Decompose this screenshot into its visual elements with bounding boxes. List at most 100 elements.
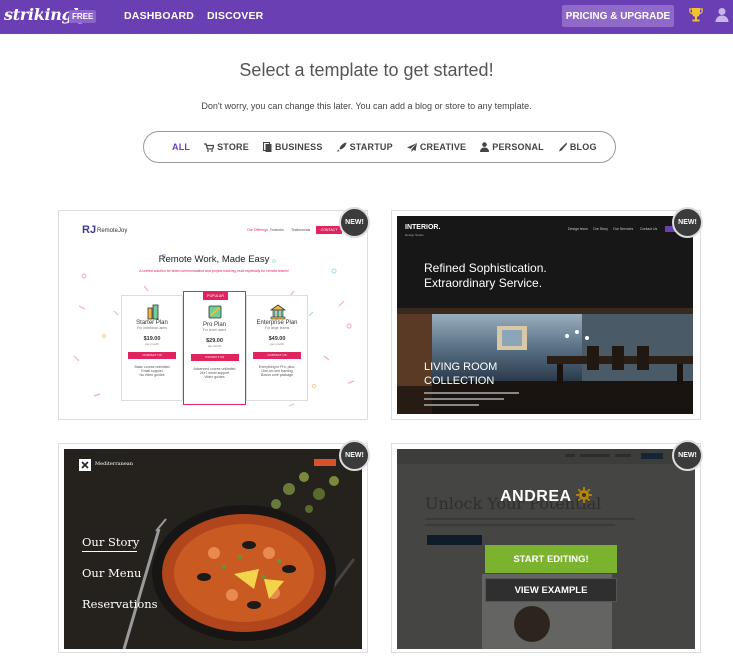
interior-collection: LIVING ROOM	[424, 361, 498, 373]
interior-brand-sub: Design Studio	[405, 233, 424, 237]
plan-pro-button-label: CONTACT US	[204, 355, 225, 359]
remotejoy-nav-testimonials: Testimonials	[291, 228, 311, 232]
interior-nav-story: Our Story	[593, 227, 608, 231]
plan-starter: Starter Plan For individual users $19.00…	[121, 295, 183, 401]
filter-store-label: STORE	[217, 142, 249, 152]
template-card-remotejoy[interactable]: RJ RemoteJoy Our Offerings Features Test…	[58, 210, 368, 420]
remotejoy-nav-features: Features	[270, 228, 284, 232]
interior-headline-2: Extraordinary Service.	[424, 276, 543, 290]
filter-startup-label: STARTUP	[349, 142, 393, 152]
document-icon	[262, 142, 272, 152]
mediterranean-brand: Mediterranean	[95, 461, 133, 467]
template-card-andrea[interactable]: Unlock Your Potential ANDREA START EDITI…	[391, 443, 701, 653]
filter-blog-label: BLOG	[569, 142, 597, 152]
pen-icon	[558, 142, 567, 152]
plan-pro-feature: Video guides	[204, 375, 225, 379]
paper-plane-icon	[406, 142, 417, 152]
gear-icon	[575, 487, 592, 503]
plan-enterprise-per: per month	[270, 342, 284, 346]
user-icon[interactable]	[715, 7, 729, 23]
plan-starter-feature: No video guides	[139, 373, 165, 377]
plan-pro-button: CONTACT US	[190, 354, 239, 361]
pricing-upgrade-button[interactable]: PRICING & UPGRADE	[562, 5, 674, 27]
plan-pro-popular-badge: POPULAR	[203, 292, 228, 300]
paella-photo	[64, 449, 362, 649]
andrea-template-name: ANDREA	[397, 487, 695, 506]
new-badge: NEW!	[672, 207, 703, 238]
interior-text-line	[424, 404, 479, 406]
filter-personal[interactable]: PERSONAL	[480, 142, 544, 152]
interior-collection-2: COLLECTION	[424, 375, 495, 387]
plan-enterprise-for: For large teams	[264, 326, 290, 330]
enterprise-plan-icon	[270, 304, 286, 320]
cart-icon	[204, 142, 215, 152]
mediterranean-nav-cta	[314, 459, 336, 466]
page-subtitle: Don't worry, you can change this later. …	[201, 101, 532, 111]
mediterranean-link-menu: Our Menu	[82, 566, 142, 580]
filter-creative-label: CREATIVE	[419, 142, 467, 152]
starter-plan-icon	[147, 304, 159, 320]
template-preview: INTERIOR. Design Studio Design team Our …	[397, 216, 693, 414]
view-example-button[interactable]: VIEW EXAMPLE	[485, 578, 617, 602]
filter-business[interactable]: BUSINESS	[262, 142, 323, 152]
filter-startup[interactable]: STARTUP	[336, 142, 393, 152]
new-badge: NEW!	[339, 440, 370, 471]
remotejoy-nav-offerings: Our Offerings	[247, 228, 268, 232]
plan-pro-per: per month	[207, 344, 222, 348]
page-title: Select a template to get started!	[239, 60, 494, 80]
template-preview: Unlock Your Potential ANDREA START EDITI…	[397, 449, 695, 649]
plan-pro: POPULAR Pro Plan For team users $29.00 p…	[183, 291, 246, 405]
mediterranean-link-reservations: Reservations	[82, 597, 158, 611]
mediterranean-link-underline	[82, 551, 137, 552]
interior-brand: INTERIOR.	[405, 224, 441, 231]
template-card-mediterranean[interactable]: Mediterranean Our Story Our Menu Reserva…	[58, 443, 368, 653]
nav-dashboard[interactable]: DASHBOARD	[124, 10, 194, 22]
person-icon	[480, 142, 490, 152]
remotejoy-logo-mark: RJ	[82, 224, 97, 236]
template-preview: RJ RemoteJoy Our Offerings Features Test…	[64, 216, 364, 416]
interior-nav-contact: Contact Us	[640, 227, 658, 231]
template-card-interior[interactable]: INTERIOR. Design Studio Design team Our …	[391, 210, 701, 420]
filter-store[interactable]: STORE	[204, 142, 249, 152]
plan-enterprise-button-label: CONTACT US	[267, 353, 287, 357]
plan-enterprise-feature: Bonus core package	[261, 373, 293, 377]
template-category-filter: ALL STORE BUSINESS STARTUP CREATIVE PERS…	[143, 131, 616, 163]
pro-plan-icon	[208, 305, 222, 319]
mediterranean-logo-icon	[79, 459, 91, 471]
plan-enterprise-button: CONTACT US	[253, 352, 301, 359]
plan-enterprise: Enterprise Plan For large teams $49.00 p…	[246, 295, 308, 401]
template-preview: Mediterranean Our Story Our Menu Reserva…	[64, 449, 362, 649]
interior-headline: Refined Sophistication.	[424, 261, 547, 275]
nav-discover[interactable]: DISCOVER	[207, 10, 263, 22]
free-plan-badge: FREE	[69, 10, 97, 23]
remotejoy-tagline: A unified solution for team communicatio…	[139, 269, 289, 273]
plan-starter-button-label: CONTACT US	[142, 353, 162, 357]
andrea-text-line	[425, 524, 615, 526]
plan-starter-button: CONTACT US	[128, 352, 176, 359]
mediterranean-link-story: Our Story	[82, 535, 140, 549]
start-editing-button[interactable]: START EDITING!	[485, 545, 617, 573]
filter-blog[interactable]: BLOG	[558, 142, 597, 152]
interior-text-line	[424, 392, 519, 394]
andrea-text-line	[425, 518, 635, 520]
new-badge: NEW!	[672, 440, 703, 471]
plan-starter-per: per month	[145, 342, 159, 346]
filter-all-label: ALL	[172, 142, 191, 152]
trophy-icon[interactable]	[689, 7, 703, 23]
filter-all[interactable]: ALL	[172, 142, 190, 152]
filter-business-label: BUSINESS	[274, 142, 323, 152]
plan-starter-for: For individual users	[136, 326, 168, 330]
top-navigation-bar: strikingly FREE DASHBOARD DISCOVER PRICI…	[0, 0, 733, 34]
filter-personal-label: PERSONAL	[492, 142, 544, 152]
remotejoy-contact-button: CONTACT	[316, 226, 342, 234]
interior-nav-services: Our Services	[613, 227, 634, 231]
filter-creative[interactable]: CREATIVE	[406, 142, 467, 152]
new-badge: NEW!	[339, 207, 370, 238]
andrea-name-text: ANDREA	[500, 488, 571, 505]
rocket-icon	[336, 142, 347, 152]
remotejoy-brand: RemoteJoy	[97, 228, 128, 234]
remotejoy-headline: Remote Work, Made Easy	[158, 254, 270, 265]
interior-nav-team: Design team	[568, 227, 588, 231]
interior-text-line	[424, 398, 504, 400]
plan-pro-for: For team users	[202, 328, 227, 332]
